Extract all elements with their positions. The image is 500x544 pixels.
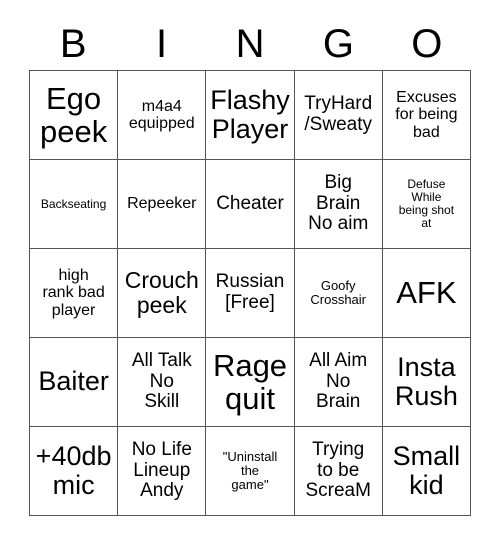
bingo-cell-r4c4[interactable]: All Aim No Brain <box>294 338 383 427</box>
bingo-cell-label: Trying to be ScreaM <box>305 439 371 502</box>
bingo-cell-label: Cheater <box>216 192 284 214</box>
bingo-header-letter-g: G <box>322 22 354 66</box>
bingo-cell-r2c1[interactable]: Backseating <box>30 160 119 249</box>
bingo-header-letter-i: I <box>156 22 168 66</box>
bingo-header-letter-n: N <box>235 22 265 66</box>
bingo-cell-label: All Aim No Brain <box>309 350 368 413</box>
bingo-cell-label: Insta Rush <box>394 351 458 411</box>
bingo-cell-r5c1[interactable]: +40db mic <box>30 427 119 516</box>
bingo-grid: Ego peek m4a4 equipped Flashy Player Try… <box>29 70 471 516</box>
bingo-header-row: B I N G O <box>29 18 471 70</box>
bingo-cell-label: No Life Lineup Andy <box>131 439 192 502</box>
bingo-cell-r4c1[interactable]: Baiter <box>30 338 119 427</box>
bingo-header-letter-o: O <box>411 22 443 66</box>
bingo-cell-label: "Uninstall the game" <box>222 448 278 493</box>
bingo-cell-label: m4a4 equipped <box>128 97 195 132</box>
bingo-cell-r5c2[interactable]: No Life Lineup Andy <box>118 427 207 516</box>
bingo-cell-r3c4[interactable]: Goofy Crosshair <box>294 249 383 338</box>
bingo-cell-label: Rage quit <box>212 347 288 416</box>
bingo-cell-label: +40db mic <box>35 440 112 500</box>
bingo-cell-r2c5[interactable]: Defuse While being shot at <box>382 160 471 249</box>
bingo-cell-label: Repeeker <box>127 195 197 213</box>
bingo-cell-label: Excuses for being bad <box>395 89 458 141</box>
bingo-cell-r4c5[interactable]: Insta Rush <box>382 338 471 427</box>
bingo-cell-label: Big Brain No aim <box>308 172 369 235</box>
bingo-cell-r2c3[interactable]: Cheater <box>206 160 295 249</box>
bingo-cell-r1c5[interactable]: Excuses for being bad <box>382 71 471 160</box>
bingo-cell-label: AFK <box>396 275 457 311</box>
bingo-cell-label: TryHard /Sweaty <box>304 93 373 135</box>
bingo-cell-r4c3[interactable]: Rage quit <box>206 338 295 427</box>
bingo-cell-r2c4[interactable]: Big Brain No aim <box>294 160 383 249</box>
bingo-cell-label: Ego peek <box>39 80 108 149</box>
bingo-cell-r1c1[interactable]: Ego peek <box>30 71 119 160</box>
bingo-cell-r1c3[interactable]: Flashy Player <box>206 71 295 160</box>
bingo-cell-label: Flashy Player <box>210 84 290 144</box>
bingo-cell-r3c5[interactable]: AFK <box>382 249 471 338</box>
bingo-cell-r3c1[interactable]: high rank bad player <box>30 249 119 338</box>
bingo-cell-r1c4[interactable]: TryHard /Sweaty <box>294 71 383 160</box>
bingo-cell-label: Baiter <box>38 366 109 397</box>
bingo-cell-label: Small kid <box>392 440 461 500</box>
bingo-cell-label: Backseating <box>40 196 107 211</box>
bingo-cell-label: All Talk No Skill <box>131 350 192 413</box>
bingo-cell-label: Defuse While being shot at <box>398 177 455 230</box>
bingo-cell-r5c4[interactable]: Trying to be ScreaM <box>294 427 383 516</box>
bingo-cell-label: Russian [Free] <box>215 271 285 313</box>
bingo-cell-label: Crouch peek <box>124 267 199 318</box>
bingo-cell-label: Goofy Crosshair <box>310 277 366 307</box>
bingo-cell-r2c2[interactable]: Repeeker <box>118 160 207 249</box>
bingo-cell-r1c2[interactable]: m4a4 equipped <box>118 71 207 160</box>
bingo-cell-r5c5[interactable]: Small kid <box>382 427 471 516</box>
bingo-header-letter-b: B <box>59 22 87 66</box>
bingo-cell-r3c3[interactable]: Russian [Free] <box>206 249 295 338</box>
bingo-cell-r4c2[interactable]: All Talk No Skill <box>118 338 207 427</box>
bingo-cell-r5c3[interactable]: "Uninstall the game" <box>206 427 295 516</box>
bingo-cell-r3c2[interactable]: Crouch peek <box>118 249 207 338</box>
bingo-card: B I N G O Ego peek m4a4 equipped Flashy … <box>0 0 500 544</box>
bingo-cell-label: high rank bad player <box>42 267 105 319</box>
